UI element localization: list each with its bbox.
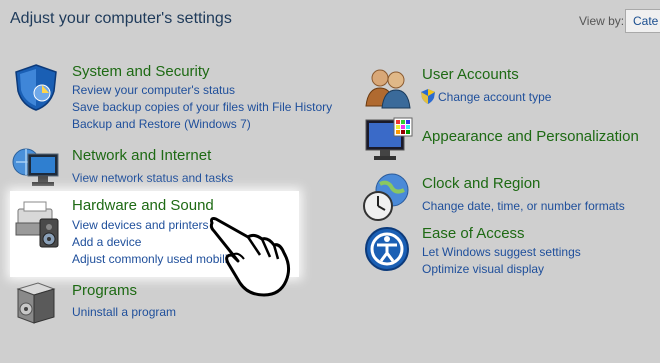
view-by-label: View by:: [579, 14, 625, 28]
user-accounts-title[interactable]: User Accounts: [422, 66, 519, 83]
printer-speaker-icon[interactable]: [12, 199, 62, 249]
hand-pointer-icon: [208, 215, 294, 304]
add-device-link[interactable]: Add a device: [72, 235, 141, 249]
clock-and-region-title[interactable]: Clock and Region: [422, 175, 540, 192]
ease-of-access-icon[interactable]: [364, 226, 414, 276]
windows-suggest-link[interactable]: Let Windows suggest settings: [422, 245, 581, 259]
date-time-formats-link[interactable]: Change date, time, or number formats: [422, 199, 625, 213]
network-status-link[interactable]: View network status and tasks: [72, 171, 233, 185]
appearance-title[interactable]: Appearance and Personalization: [422, 128, 639, 145]
backup-restore-link[interactable]: Backup and Restore (Windows 7): [72, 117, 251, 131]
programs-title[interactable]: Programs: [72, 282, 137, 299]
network-monitor-icon[interactable]: [12, 144, 62, 194]
review-status-link[interactable]: Review your computer's status: [72, 83, 235, 97]
view-by-dropdown[interactable]: Cate: [625, 9, 660, 33]
hardware-and-sound-title[interactable]: Hardware and Sound: [72, 197, 214, 214]
monitor-palette-icon[interactable]: [364, 116, 414, 166]
change-account-type-link[interactable]: Change account type: [438, 90, 551, 104]
uninstall-program-link[interactable]: Uninstall a program: [72, 305, 176, 319]
shield-icon[interactable]: [12, 63, 62, 113]
page-title: Adjust your computer's settings: [10, 10, 232, 27]
devices-printers-link[interactable]: View devices and printers: [72, 218, 209, 232]
network-and-internet-title[interactable]: Network and Internet: [72, 147, 211, 164]
uac-shield-icon: [421, 89, 435, 109]
programs-box-icon[interactable]: [12, 279, 62, 329]
ease-of-access-title[interactable]: Ease of Access: [422, 225, 525, 242]
file-history-link[interactable]: Save backup copies of your files with Fi…: [72, 100, 332, 114]
globe-clock-icon[interactable]: [362, 172, 412, 222]
optimize-display-link[interactable]: Optimize visual display: [422, 262, 544, 276]
system-and-security-title[interactable]: System and Security: [72, 63, 210, 80]
users-icon[interactable]: [364, 66, 414, 116]
